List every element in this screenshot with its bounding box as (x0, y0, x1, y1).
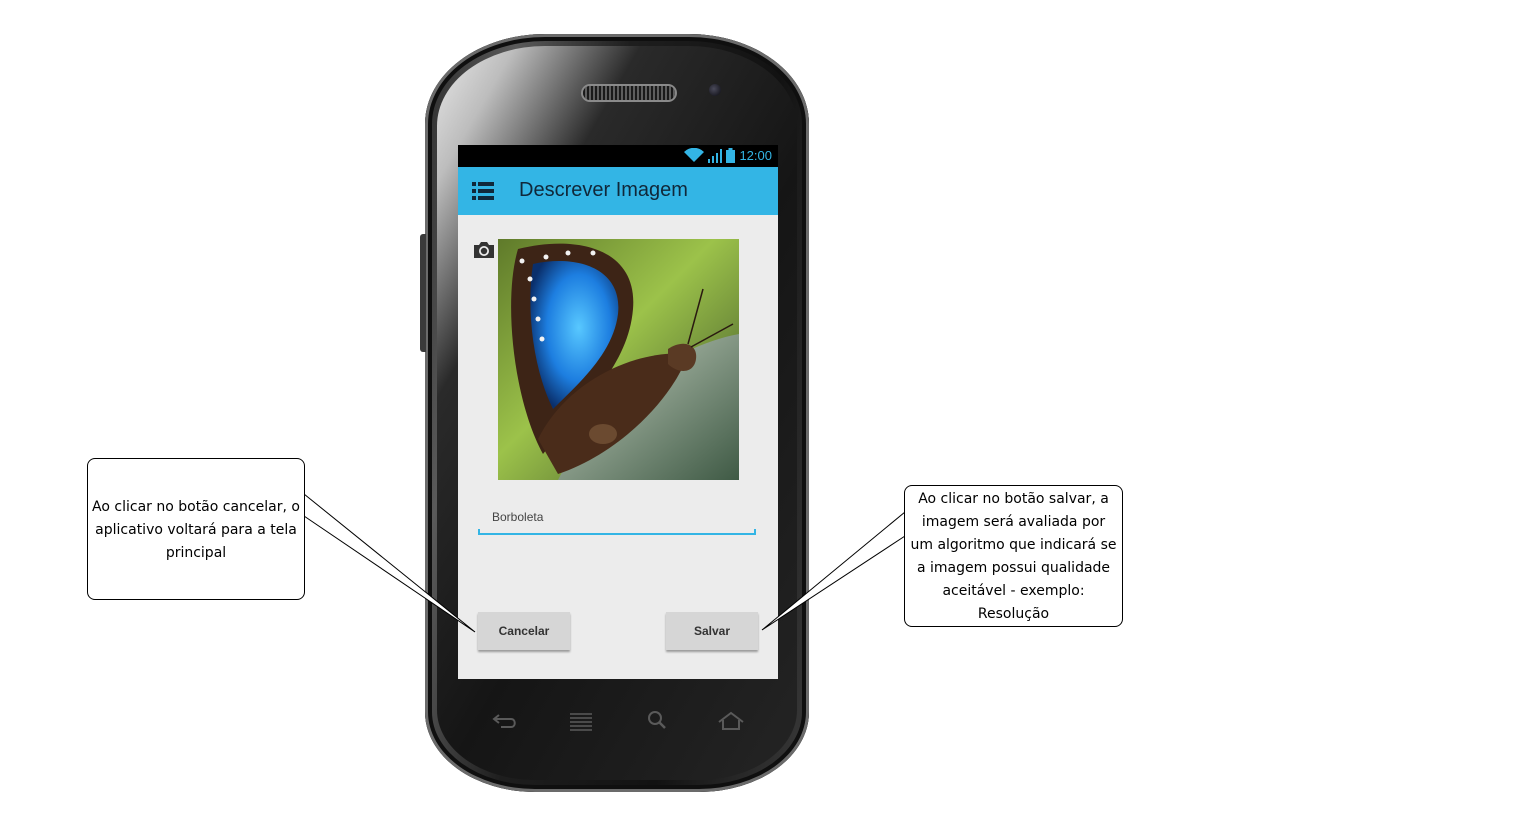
phone-frame: 12:00 Descrever Imagem Borboleta Cancela… (420, 34, 809, 792)
camera-icon[interactable] (472, 240, 496, 260)
wifi-icon (684, 148, 705, 162)
back-icon[interactable] (491, 710, 519, 732)
save-button[interactable]: Salvar (666, 612, 758, 650)
signal-icon (708, 148, 723, 163)
phone-screen: 12:00 Descrever Imagem Borboleta Cancela… (458, 145, 778, 679)
hardware-nav-keys (485, 710, 755, 734)
battery-icon (726, 148, 736, 163)
front-camera (709, 84, 721, 96)
cancel-annotation: Ao clicar no botão cancelar, o aplicativ… (87, 458, 305, 600)
description-value: Borboleta (492, 510, 544, 524)
status-bar: 12:00 (458, 145, 778, 167)
volume-button (420, 234, 426, 352)
home-icon[interactable] (717, 710, 745, 732)
save-annotation: Ao clicar no botão salvar, a imagem será… (904, 485, 1123, 627)
clock: 12:00 (739, 148, 772, 163)
search-icon[interactable] (643, 710, 671, 732)
earpiece-speaker (583, 86, 675, 100)
menu-icon[interactable] (567, 710, 595, 732)
menu-list-icon[interactable] (472, 181, 496, 201)
action-bar: Descrever Imagem (458, 167, 778, 215)
description-field[interactable]: Borboleta (478, 505, 756, 535)
butterfly-photo[interactable] (498, 239, 739, 480)
cancel-button[interactable]: Cancelar (478, 612, 570, 650)
page-title: Descrever Imagem (519, 179, 688, 201)
input-underline (478, 529, 756, 535)
